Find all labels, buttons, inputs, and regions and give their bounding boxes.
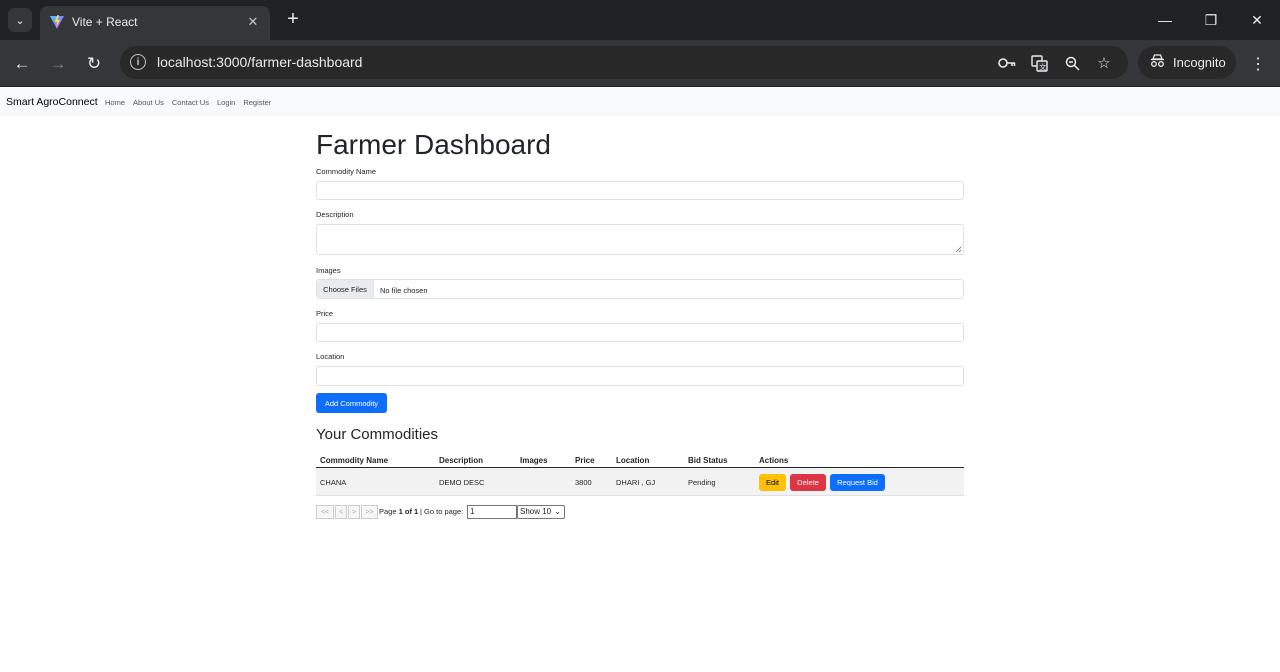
column-header[interactable]: Commodity Name [320, 456, 388, 465]
translate-icon[interactable]: 文 [1029, 53, 1049, 73]
minimize-icon[interactable]: — [1155, 10, 1175, 30]
choose-files-button[interactable]: Choose Files [317, 280, 374, 298]
goto-page-input[interactable]: 1 [467, 505, 517, 519]
url-path: :3000/farmer-dashboard [212, 54, 363, 70]
app-navbar: Smart AgroConnect Home About Us Contact … [0, 88, 1280, 116]
address-bar[interactable]: i localhost:3000/farmer-dashboard 文 ☆ [120, 46, 1128, 79]
nav-link-login[interactable]: Login [217, 98, 235, 107]
site-info-icon[interactable]: i [130, 54, 146, 70]
goto-label: | Go to page: [420, 507, 464, 516]
restore-icon[interactable]: ❐ [1201, 10, 1221, 30]
forward-arrow-icon[interactable]: → [46, 52, 70, 76]
cell-location: DHARI , GJ [616, 478, 656, 487]
first-page-button[interactable]: << [316, 505, 334, 519]
browser-tab-bar: ⌄ Vite + React ✕ + — ❐ ✕ [0, 0, 1280, 40]
description-textarea[interactable] [316, 224, 964, 255]
brand-link[interactable]: Smart AgroConnect [6, 96, 98, 108]
tab-search-button[interactable]: ⌄ [8, 8, 32, 32]
prev-page-button[interactable]: < [335, 505, 347, 519]
column-header[interactable]: Bid Status [688, 456, 728, 465]
table-header: Commodity Name Description Images Price … [316, 450, 964, 468]
nav-link-home[interactable]: Home [105, 98, 125, 107]
browser-menu-icon[interactable]: ⋮ [1248, 52, 1268, 76]
cell-price: 3800 [575, 478, 592, 487]
nav-link-about[interactable]: About Us [133, 98, 164, 107]
close-window-icon[interactable]: ✕ [1247, 10, 1267, 30]
tab-title: Vite + React [72, 15, 138, 29]
add-commodity-button[interactable]: Add Commodity [316, 393, 387, 413]
table-row: CHANA DEMO DESC 3800 DHARI , GJ Pending … [316, 468, 964, 496]
column-header[interactable]: Location [616, 456, 649, 465]
page-prefix: Page [379, 507, 397, 516]
browser-tab[interactable]: Vite + React ✕ [40, 6, 270, 40]
browser-toolbar: ← → ↻ i localhost:3000/farmer-dashboard … [0, 40, 1280, 87]
column-header[interactable]: Images [520, 456, 548, 465]
cell-bid-status: Pending [688, 478, 716, 487]
page-size-value: Show 10 [520, 507, 552, 516]
url-host: localhost [157, 54, 213, 70]
page-title: Farmer Dashboard [316, 129, 551, 160]
next-page-button[interactable]: > [348, 505, 360, 519]
request-bid-button[interactable]: Request Bid [830, 474, 885, 491]
last-page-button[interactable]: >> [361, 505, 378, 519]
nav-link-contact[interactable]: Contact Us [172, 98, 209, 107]
no-file-text: No file chosen [380, 286, 428, 295]
delete-button[interactable]: Delete [790, 474, 826, 491]
incognito-badge[interactable]: Incognito [1138, 46, 1236, 79]
tab-close-icon[interactable]: ✕ [244, 13, 262, 31]
column-header[interactable]: Description [439, 456, 483, 465]
svg-text:文: 文 [1039, 62, 1046, 71]
incognito-icon [1150, 54, 1165, 71]
back-arrow-icon[interactable]: ← [10, 52, 34, 76]
page-indicator: Page 1 of 1 [379, 507, 418, 516]
column-header[interactable]: Price [575, 456, 595, 465]
commodities-heading: Your Commodities [316, 426, 438, 443]
commodity-name-label: Commodity Name [316, 167, 377, 176]
bookmark-star-icon[interactable]: ☆ [1094, 53, 1114, 73]
images-file-input[interactable]: Choose Files No file chosen [316, 279, 964, 299]
url-text[interactable]: localhost:3000/farmer-dashboard [157, 54, 362, 70]
zoom-icon[interactable] [1062, 53, 1082, 73]
commodity-name-input[interactable] [316, 181, 964, 200]
images-label: Images [316, 266, 341, 275]
price-input[interactable] [316, 323, 964, 342]
nav-links: Home About Us Contact Us Login Register [105, 98, 271, 107]
edit-button[interactable]: Edit [759, 474, 786, 491]
page-current: 1 of 1 [398, 507, 419, 516]
location-input[interactable] [316, 366, 964, 386]
chevron-down-icon: ⌄ [554, 507, 561, 516]
page-size-select[interactable]: Show 10 ⌄ [517, 505, 565, 519]
vite-logo-icon [50, 15, 64, 29]
location-label: Location [316, 352, 345, 361]
cell-description: DEMO DESC [439, 478, 485, 487]
cell-commodity-name: CHANA [320, 478, 347, 487]
description-label: Description [316, 210, 354, 219]
reload-icon[interactable]: ↻ [82, 52, 106, 76]
new-tab-button[interactable]: + [282, 9, 304, 31]
key-icon[interactable] [997, 53, 1017, 73]
resize-handle-icon[interactable] [955, 246, 962, 253]
nav-link-register[interactable]: Register [243, 98, 271, 107]
incognito-label: Incognito [1173, 55, 1226, 70]
column-header[interactable]: Actions [759, 456, 788, 465]
price-label: Price [316, 309, 334, 318]
